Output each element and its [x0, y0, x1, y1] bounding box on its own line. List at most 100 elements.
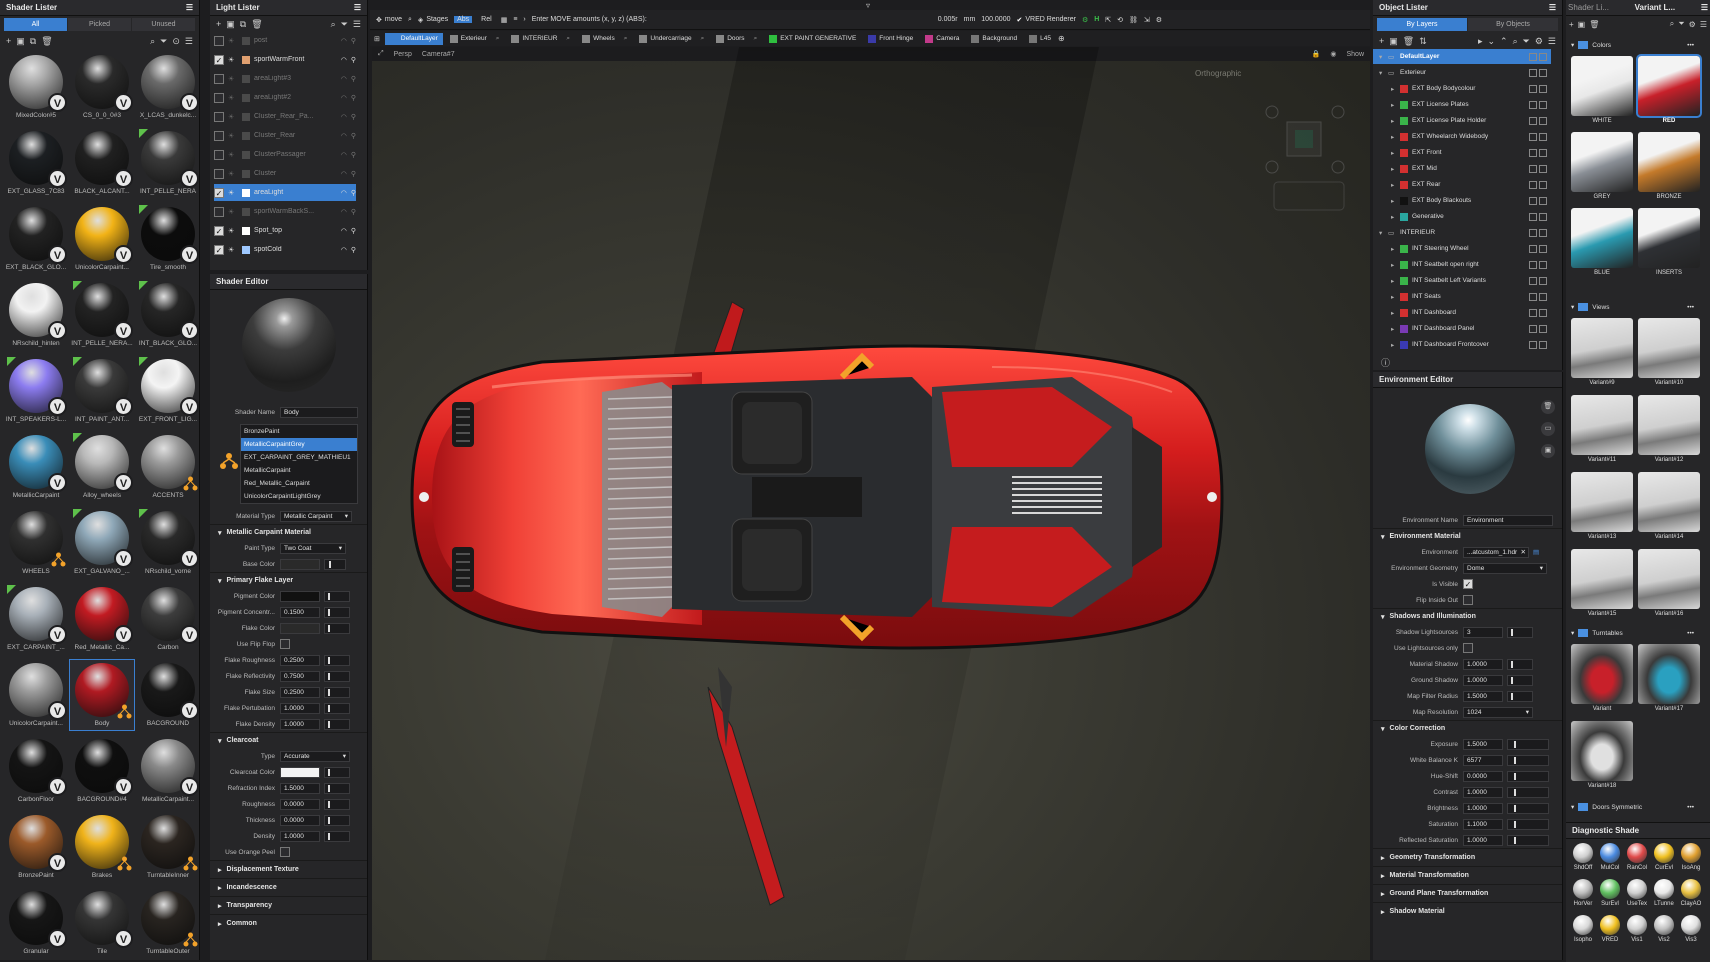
- diagnostic-shade-button[interactable]: UseTex: [1624, 879, 1650, 907]
- property-value-field[interactable]: 6577: [1463, 754, 1503, 766]
- delete-icon[interactable]: 🗑: [251, 19, 262, 30]
- light-link-icon[interactable]: ⚲: [351, 132, 356, 140]
- light-link-icon[interactable]: ⚲: [351, 75, 356, 83]
- collapsed-section[interactable]: ▸ Displacement Texture: [210, 860, 367, 878]
- viewset-tab[interactable]: L45: [1024, 33, 1056, 45]
- viewset-tab[interactable]: INTERIEUR ⌕: [506, 33, 575, 45]
- diagnostic-shade-button[interactable]: RanCol: [1624, 843, 1650, 871]
- property-slider[interactable]: [324, 670, 350, 682]
- new-layer-icon[interactable]: ▣: [1389, 36, 1398, 47]
- stages-button[interactable]: ◈ Stages: [418, 16, 448, 24]
- raytrace-icon[interactable]: ⚙: [1082, 16, 1088, 24]
- new-variant-icon[interactable]: ▣: [1578, 20, 1586, 29]
- shader-thumb[interactable]: V Tire_smooth: [136, 204, 200, 274]
- flip-inside-out-checkbox[interactable]: [1463, 595, 1473, 605]
- light-color-swatch[interactable]: [242, 207, 250, 216]
- light-link-icon[interactable]: ⚲: [351, 151, 356, 159]
- layer-pick-checkbox[interactable]: [1529, 84, 1537, 93]
- layer-row[interactable]: ▸ EXT Rear: [1373, 177, 1551, 192]
- layer-pick-checkbox[interactable]: [1529, 244, 1537, 253]
- tab-by-layers[interactable]: By Layers: [1377, 18, 1467, 31]
- shader-thumb[interactable]: Body: [69, 659, 135, 731]
- property-checkbox[interactable]: [280, 639, 290, 649]
- shader-thumb[interactable]: V EXT_FRONT_LIG...: [136, 356, 200, 426]
- light-row[interactable]: ☀ areaLight#2 ◠ ⚲: [214, 89, 356, 106]
- light-color-swatch[interactable]: [242, 55, 250, 64]
- property-slider[interactable]: [1507, 802, 1549, 814]
- layer-row[interactable]: ▸ EXT License Plates: [1373, 97, 1551, 112]
- view-variant-thumb[interactable]: [1638, 395, 1700, 455]
- property-slider[interactable]: [1507, 786, 1549, 798]
- light-enable-checkbox[interactable]: [214, 149, 224, 160]
- color-variant-thumb[interactable]: [1571, 56, 1633, 116]
- light-color-swatch[interactable]: [242, 169, 250, 178]
- play-icon[interactable]: ▸: [1478, 36, 1483, 47]
- shader-variant-item[interactable]: MetallicCarpaintGrey: [241, 438, 357, 451]
- layer-visible-checkbox[interactable]: [1539, 196, 1547, 205]
- diagnostic-shade-button[interactable]: VRED: [1597, 915, 1623, 943]
- shader-thumb[interactable]: V EXT_BLACK_GLO...: [4, 204, 68, 274]
- turntable-variant-thumb[interactable]: [1571, 644, 1633, 704]
- layer-pick-checkbox[interactable]: [1529, 52, 1537, 61]
- filter-icon[interactable]: ⏷: [1523, 36, 1530, 47]
- turntable-variant-thumb[interactable]: [1638, 644, 1700, 704]
- shader-thumb[interactable]: V BronzePaint: [4, 812, 68, 882]
- info-icon[interactable]: ⓘ: [1381, 356, 1390, 369]
- viewset-tab[interactable]: Front Hinge: [863, 33, 918, 45]
- duplicate-icon[interactable]: ⧉: [30, 36, 36, 47]
- layer-visible-checkbox[interactable]: [1539, 308, 1547, 317]
- light-row[interactable]: ✓ ☀ sportWarmFront ◠ ⚲: [214, 51, 356, 68]
- filter-icon[interactable]: ⏷: [1678, 19, 1684, 29]
- light-enable-checkbox[interactable]: ✓: [214, 244, 224, 255]
- property-slider[interactable]: [1507, 690, 1533, 702]
- settings-icon[interactable]: ⚙: [1689, 20, 1696, 29]
- property-slider[interactable]: [324, 718, 350, 730]
- layer-row[interactable]: ▸ EXT Body Bodycolour: [1373, 81, 1551, 96]
- value1-field[interactable]: 0.005r: [938, 16, 958, 23]
- env-save-icon[interactable]: ▣: [1541, 444, 1555, 458]
- settings-icon[interactable]: ⚙: [1156, 16, 1162, 24]
- section-env-material[interactable]: ▾ Environment Material: [1373, 528, 1562, 544]
- shader-thumb[interactable]: V Carbon: [136, 584, 200, 654]
- tab-variant-lister[interactable]: Variant L...: [1635, 3, 1675, 12]
- diagnostic-shade-button[interactable]: IsoAng: [1678, 843, 1704, 871]
- tab-all[interactable]: All: [4, 18, 67, 31]
- light-color-swatch[interactable]: [242, 226, 250, 235]
- layer-row[interactable]: ▸ INT Seatbelt Left Variants: [1373, 273, 1551, 288]
- env-open-icon[interactable]: ▭: [1541, 422, 1555, 436]
- shader-variant-item[interactable]: BronzePaint: [241, 425, 357, 438]
- layer-pick-checkbox[interactable]: [1529, 260, 1537, 269]
- property-value-field[interactable]: 1.0000: [1463, 674, 1503, 686]
- layer-visible-checkbox[interactable]: [1539, 340, 1547, 349]
- light-visible-icon[interactable]: ◠: [341, 227, 347, 235]
- layer-pick-checkbox[interactable]: [1529, 292, 1537, 301]
- diagnostic-shade-button[interactable]: HorVer: [1570, 879, 1596, 907]
- viewport[interactable]: ⤢ Persp Camera#7 🔒 ◉ Show Orthographic: [372, 47, 1370, 960]
- layer-pick-checkbox[interactable]: [1529, 180, 1537, 189]
- property-value-field[interactable]: 0.0000: [1463, 770, 1503, 782]
- section-color-correction[interactable]: ▾ Color Correction: [1373, 720, 1562, 736]
- property-value-field[interactable]: 1.0000: [280, 702, 320, 714]
- property-slider[interactable]: [324, 590, 350, 602]
- shader-thumb[interactable]: V MixedColor#5: [4, 52, 68, 122]
- color-variant-thumb[interactable]: [1638, 208, 1700, 268]
- abs-toggle[interactable]: Abs: [454, 16, 473, 23]
- light-color-swatch[interactable]: [242, 36, 250, 45]
- layer-visible-checkbox[interactable]: [1539, 324, 1547, 333]
- diagnostic-shade-button[interactable]: Isopho: [1570, 915, 1596, 943]
- link-icon[interactable]: ⛓: [1129, 16, 1138, 24]
- diagnostic-shade-button[interactable]: LTunne: [1651, 879, 1677, 907]
- shader-thumb[interactable]: TurntableInner: [136, 812, 200, 882]
- collapse-arrow-icon[interactable]: ▿: [866, 1, 870, 10]
- layer-visible-checkbox[interactable]: [1539, 260, 1547, 269]
- light-link-icon[interactable]: ⚲: [351, 246, 356, 254]
- search-icon[interactable]: ⌕: [331, 19, 336, 30]
- light-link-icon[interactable]: ⚲: [351, 94, 356, 102]
- layer-pick-checkbox[interactable]: [1529, 100, 1537, 109]
- light-enable-checkbox[interactable]: [214, 111, 224, 122]
- property-slider[interactable]: [324, 622, 350, 634]
- light-visible-icon[interactable]: ◠: [341, 75, 347, 83]
- shader-thumb[interactable]: V BACGROUND#4: [70, 736, 134, 806]
- layer-pick-checkbox[interactable]: [1529, 196, 1537, 205]
- shader-thumb[interactable]: V MetallicCarpaint...: [136, 736, 200, 806]
